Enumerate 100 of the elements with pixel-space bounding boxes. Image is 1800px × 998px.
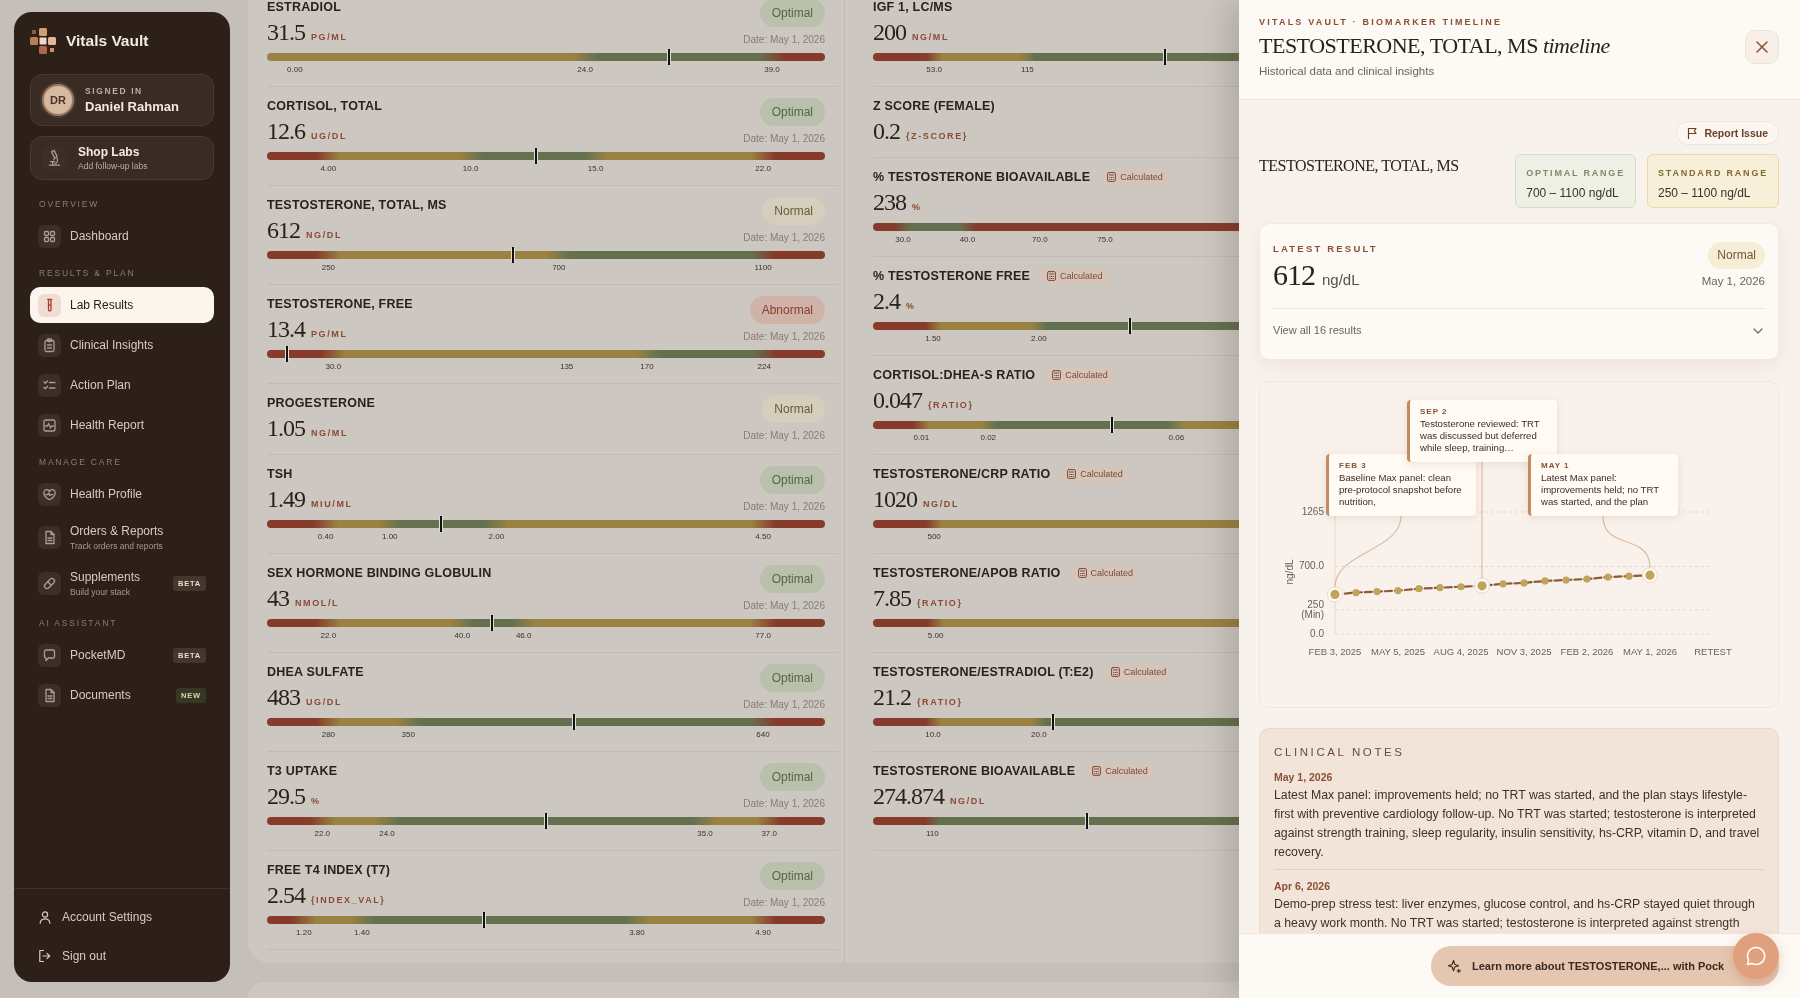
result-unit: NG/ML xyxy=(912,32,949,42)
result-value: 12.6 xyxy=(267,118,305,144)
tick-label: 0.06 xyxy=(1168,433,1185,443)
tag-label: Calculated xyxy=(1060,271,1103,281)
sidebar-link[interactable]: Account Settings xyxy=(38,902,214,932)
tick-label: 75.0 xyxy=(1097,235,1113,245)
data-point xyxy=(1457,583,1465,591)
tag-label: Calculated xyxy=(1080,469,1123,479)
tick-label: 30.0 xyxy=(325,362,342,372)
result-unit: % xyxy=(912,202,922,212)
nav-item[interactable]: Orders & Reports Track orders and reports xyxy=(30,516,214,558)
close-button[interactable] xyxy=(1745,30,1779,64)
tick-label: 3.80 xyxy=(629,928,645,938)
result-unit: PG/ML xyxy=(311,329,348,339)
biomarker-name: TESTOSTERONE/CRP RATIO xyxy=(873,467,1051,481)
tick-label: 40.0 xyxy=(454,631,471,641)
biomarker-name: TESTOSTERONE/ESTRADIOL (T:E2) xyxy=(873,665,1094,679)
data-point xyxy=(1604,573,1612,581)
result-unit: {Z-SCORE} xyxy=(906,131,968,141)
nav-item[interactable]: Action Plan xyxy=(30,367,214,403)
range-label: STANDARD RANGE xyxy=(1657,167,1768,180)
axis-title: ng/dL xyxy=(1284,559,1296,585)
status-pill: Optimal xyxy=(759,0,825,27)
data-point xyxy=(1562,576,1570,584)
result-value: 612 xyxy=(1273,259,1315,291)
view-all-button[interactable]: View all 16 results xyxy=(1273,308,1765,359)
range-value: 250 – 1100 ng/dL xyxy=(1657,186,1752,201)
chat-bubble-icon xyxy=(1746,946,1766,966)
result-value: 2.4 xyxy=(873,288,900,314)
grid-icon xyxy=(38,224,61,248)
result-value: 1020 xyxy=(873,486,917,512)
axis-tick-label: 700.0 xyxy=(1298,561,1324,572)
result-date: Date: May 1, 2026 xyxy=(743,698,825,712)
biomarker-name: TESTOSTERONE/APOB RATIO xyxy=(873,566,1061,580)
result-unit: {RATIO} xyxy=(917,598,963,608)
calculator-icon xyxy=(1107,172,1117,182)
result-date: Date: May 1, 2026 xyxy=(743,132,825,146)
biomarker-name: FREE T4 INDEX (T7) xyxy=(267,863,391,877)
axis-tick-label: MAY 1, 2026 xyxy=(1623,646,1677,658)
tick-label: 4.00 xyxy=(320,164,337,174)
sidebar-link[interactable]: Sign out xyxy=(38,941,214,971)
nav-section-heading: OVERVIEW xyxy=(38,198,101,211)
tick-label: 1.20 xyxy=(296,928,312,938)
shop-labs-button[interactable]: Shop Labs Add follow-up labs xyxy=(30,136,214,180)
result-value: 29.5 xyxy=(267,783,305,809)
axis-tick-label: RETEST xyxy=(1694,646,1732,658)
result-value: 7.85 xyxy=(873,585,911,611)
brand-name: Vitals Vault xyxy=(66,32,149,50)
result-date: Date: May 1, 2026 xyxy=(743,599,825,613)
result-unit: UG/DL xyxy=(306,697,342,707)
data-point xyxy=(1415,585,1423,593)
axis-tick-label: MAY 5, 2025 xyxy=(1371,646,1425,658)
tick-label: 1.50 xyxy=(925,334,941,344)
axis-tick-label: 0.0 xyxy=(1310,629,1324,639)
range-label: OPTIMAL RANGE xyxy=(1526,167,1625,180)
nav-item[interactable]: Lab Results xyxy=(30,287,214,323)
test-tube-icon xyxy=(38,293,61,317)
result-value: 1.05 xyxy=(267,415,305,441)
nav-section-heading: MANAGE CARE xyxy=(38,456,123,469)
ask-pocketmd-button[interactable]: Learn more about TESTOSTERONE,... with Pock xyxy=(1431,946,1779,986)
tick-label: 1.40 xyxy=(354,928,370,938)
nav-section-heading: AI ASSISTANT xyxy=(38,617,119,630)
tag-label: Calculated xyxy=(1090,568,1134,578)
tick-label: 24.0 xyxy=(379,829,395,839)
calculator-icon xyxy=(1110,667,1120,677)
status-pill: Optimal xyxy=(759,664,825,692)
result-date: Date: May 1, 2026 xyxy=(743,500,825,514)
result-date: Date: May 1, 2026 xyxy=(743,231,825,245)
chat-button[interactable] xyxy=(1733,933,1779,979)
clipboard-icon xyxy=(38,333,61,357)
tick-label: 640 xyxy=(756,730,770,740)
axis-tick-label: 1265 xyxy=(1301,507,1324,517)
tick-label: 224 xyxy=(757,362,771,372)
callout-connector xyxy=(1602,515,1651,569)
axis-tick-label: NOV 3, 2025 xyxy=(1496,646,1552,658)
tick-label: 4.90 xyxy=(755,928,771,938)
checklist-icon xyxy=(38,373,61,397)
callout-text: SEP 2 Testosterone reviewed: TRT was discussed but deferred while sleep, training… xyxy=(1420,406,1541,454)
report-issue-button[interactable]: Report Issue xyxy=(1676,121,1779,145)
tick-label: 4.50 xyxy=(755,532,771,542)
result-unit: {RATIO} xyxy=(917,697,963,707)
nav-item[interactable]: Health Profile xyxy=(30,476,214,512)
nav-item[interactable]: Clinical Insights xyxy=(30,327,214,363)
data-point xyxy=(1394,587,1402,595)
data-point xyxy=(1583,575,1591,583)
status-pill: Optimal xyxy=(759,565,825,593)
biomarker-name: SEX HORMONE BINDING GLOBULIN xyxy=(267,566,492,580)
data-point xyxy=(1436,584,1444,592)
document-icon xyxy=(38,525,61,549)
result-value: 31.5 xyxy=(267,19,305,45)
result-date: Date: May 1, 2026 xyxy=(743,797,825,811)
result-unit: ng/dL xyxy=(1322,271,1360,288)
axis-tick-label: 250 (Min) xyxy=(1300,599,1324,620)
calculator-icon xyxy=(1067,469,1077,479)
nav-item[interactable]: Dashboard xyxy=(30,218,214,254)
signed-in-label: SIGNED IN xyxy=(85,86,144,96)
status-pill: Normal xyxy=(1708,242,1765,269)
biomarker-name: % TESTOSTERONE BIOAVAILABLE xyxy=(873,170,1091,184)
nav-item[interactable]: Health Report xyxy=(30,407,214,443)
tick-label: 46.0 xyxy=(515,631,532,641)
